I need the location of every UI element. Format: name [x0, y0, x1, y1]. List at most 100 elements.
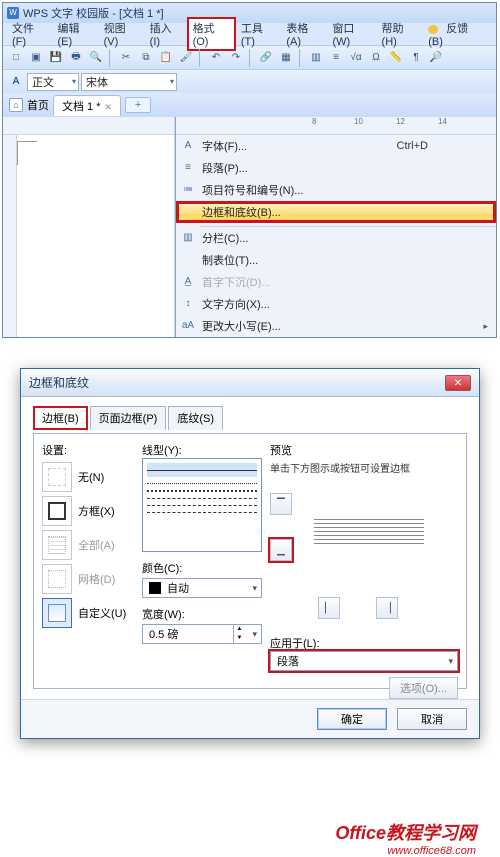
apply-label: 应用于(L): — [270, 635, 458, 651]
preview-right-border-button[interactable]: ▕ — [376, 597, 398, 619]
color-chip-icon — [149, 582, 161, 594]
menu-feedback[interactable]: 反馈(B) — [423, 18, 492, 50]
dialog-panel: 设置: 无(N) 方框(X) 全部(A) 网格(D) 自定义(U) 线型(Y): — [33, 433, 467, 689]
width-label: 宽度(W): — [142, 606, 262, 622]
menu-item-change-case[interactable]: aA更改大小写(E)...▸ — [176, 315, 496, 337]
color-select[interactable]: 自动 — [142, 578, 262, 598]
menu-view[interactable]: 视图(V) — [99, 18, 145, 50]
dialog-title: 边框和底纹 — [29, 374, 89, 391]
formula-icon[interactable]: √α — [347, 49, 365, 67]
new-tab-button[interactable]: + — [125, 97, 151, 113]
close-tab-icon[interactable]: ✕ — [105, 102, 113, 112]
menu-item-borders[interactable]: 边框和底纹(B)... — [176, 201, 496, 223]
watermark-title: Office教程学习网 — [0, 819, 476, 845]
document-tab-bar: ⌂ 首页 文档 1 *✕ + — [3, 93, 496, 117]
width-select[interactable]: 0.5 磅▲▼ — [142, 624, 262, 644]
dialog-tab-strip: 边框(B) 页面边框(P) 底纹(S) — [33, 405, 467, 429]
cut-icon[interactable]: ✂ — [117, 49, 135, 67]
menu-item-font[interactable]: A字体(F)...Ctrl+D — [176, 135, 496, 157]
menu-item-dropcap[interactable]: A̲首字下沉(D)... — [176, 271, 496, 293]
styles-icon[interactable]: A — [7, 73, 25, 91]
toolbar-standard: □ ▣ 💾 🖶 🔍 ✂ ⧉ 📋 🖌 ↶ ↷ 🔗 ▦ ▥ ≡ √α Ω 📏 ¶ 🔎 — [3, 45, 496, 69]
v-ruler — [3, 135, 17, 337]
home-icon[interactable]: ⌂ — [9, 98, 23, 112]
preview-icon[interactable]: 🔍 — [87, 49, 105, 67]
paragraph-mark-icon[interactable]: ¶ — [407, 49, 425, 67]
columns-icon[interactable]: ▥ — [307, 49, 325, 67]
tab-border[interactable]: 边框(B) — [33, 406, 88, 430]
borders-shading-dialog: 边框和底纹 ✕ 边框(B) 页面边框(P) 底纹(S) 设置: 无(N) 方框(… — [20, 368, 480, 739]
format-painter-icon[interactable]: 🖌 — [177, 49, 195, 67]
tab-page-border[interactable]: 页面边框(P) — [90, 406, 167, 430]
watermark-url: www.office68.com — [0, 845, 476, 857]
color-label: 颜色(C): — [142, 560, 262, 576]
menu-edit[interactable]: 编辑(E) — [52, 18, 98, 50]
close-button[interactable]: ✕ — [445, 375, 471, 391]
menu-insert[interactable]: 插入(I) — [145, 18, 187, 50]
change-case-icon: aA — [181, 319, 195, 333]
find-icon[interactable]: 🔎 — [427, 49, 445, 67]
setting-grid[interactable]: 网格(D) — [42, 564, 134, 594]
options-button[interactable]: 选项(O)... — [389, 677, 458, 699]
h-ruler-right: 8 10 12 14 — [176, 117, 496, 135]
tab-shading[interactable]: 底纹(S) — [168, 406, 223, 430]
undo-icon[interactable]: ↶ — [207, 49, 225, 67]
preview-area: ▔ ▁ ▏ ▕ — [270, 479, 458, 619]
menu-bar: 文件(F) 编辑(E) 视图(V) 插入(I) 格式(O) 工具(T) 表格(A… — [3, 23, 496, 45]
watermark: Office教程学习网 www.office68.com — [0, 819, 500, 857]
hyperlink-icon[interactable]: 🔗 — [257, 49, 275, 67]
menu-format[interactable]: 格式(O) — [187, 17, 236, 51]
home-tab-label[interactable]: 首页 — [27, 97, 49, 113]
menu-item-paragraph[interactable]: ≡段落(P)... — [176, 157, 496, 179]
menu-item-columns[interactable]: ▥分栏(C)... — [176, 227, 496, 249]
settings-label: 设置: — [42, 442, 134, 458]
menu-help[interactable]: 帮助(H) — [377, 18, 424, 50]
paragraph-icon: ≡ — [181, 161, 195, 175]
open-icon[interactable]: ▣ — [27, 49, 45, 67]
menu-window[interactable]: 窗口(W) — [327, 18, 376, 50]
preview-top-border-button[interactable]: ▔ — [270, 493, 292, 515]
cancel-button[interactable]: 取消 — [397, 708, 467, 730]
setting-none[interactable]: 无(N) — [42, 462, 134, 492]
preview-document[interactable] — [304, 483, 434, 579]
font-icon: A — [181, 139, 195, 153]
menu-item-tabs[interactable]: 制表位(T)... — [176, 249, 496, 271]
preview-bottom-border-button[interactable]: ▁ — [270, 539, 292, 561]
menu-item-bullets[interactable]: ≔项目符号和编号(N)... — [176, 179, 496, 201]
font-select[interactable]: 宋体 — [81, 73, 177, 91]
setting-box[interactable]: 方框(X) — [42, 496, 134, 526]
menu-tools[interactable]: 工具(T) — [236, 18, 281, 50]
new-icon[interactable]: □ — [7, 49, 25, 67]
preview-left-border-button[interactable]: ▏ — [318, 597, 340, 619]
tab-doc1[interactable]: 文档 1 *✕ — [53, 95, 121, 116]
setting-all[interactable]: 全部(A) — [42, 530, 134, 560]
style-select[interactable]: 正文 — [27, 73, 79, 91]
table-icon[interactable]: ▦ — [277, 49, 295, 67]
dialog-footer: 确定 取消 — [21, 699, 479, 738]
format-dropdown-menu: 8 10 12 14 A字体(F)...Ctrl+D ≡段落(P)... ≔项目… — [175, 117, 496, 337]
dropcap-icon: A̲ — [181, 275, 195, 289]
preview-hint: 单击下方图示或按钮可设置边框 — [270, 460, 458, 475]
save-icon[interactable]: 💾 — [47, 49, 65, 67]
redo-icon[interactable]: ↷ — [227, 49, 245, 67]
symbol-icon[interactable]: Ω — [367, 49, 385, 67]
align-icon[interactable]: ≡ — [327, 49, 345, 67]
menu-file[interactable]: 文件(F) — [7, 18, 52, 50]
menu-item-text-direction[interactable]: ↕文字方向(X)... — [176, 293, 496, 315]
line-label: 线型(Y): — [142, 442, 262, 458]
setting-custom[interactable]: 自定义(U) — [42, 598, 134, 628]
h-ruler-left — [3, 117, 174, 135]
line-style-list[interactable] — [142, 458, 262, 552]
preview-label: 预览 — [270, 442, 458, 458]
document-area: 8 10 12 14 A字体(F)...Ctrl+D ≡段落(P)... ≔项目… — [3, 117, 496, 337]
copy-icon[interactable]: ⧉ — [137, 49, 155, 67]
bullets-icon: ≔ — [181, 183, 195, 197]
ruler-icon[interactable]: 📏 — [387, 49, 405, 67]
text-direction-icon: ↕ — [181, 297, 195, 311]
print-icon[interactable]: 🖶 — [67, 49, 85, 67]
paste-icon[interactable]: 📋 — [157, 49, 175, 67]
width-stepper[interactable]: ▲▼ — [233, 625, 245, 643]
apply-to-select[interactable]: 段落 — [270, 651, 458, 671]
ok-button[interactable]: 确定 — [317, 708, 387, 730]
menu-table[interactable]: 表格(A) — [281, 18, 327, 50]
